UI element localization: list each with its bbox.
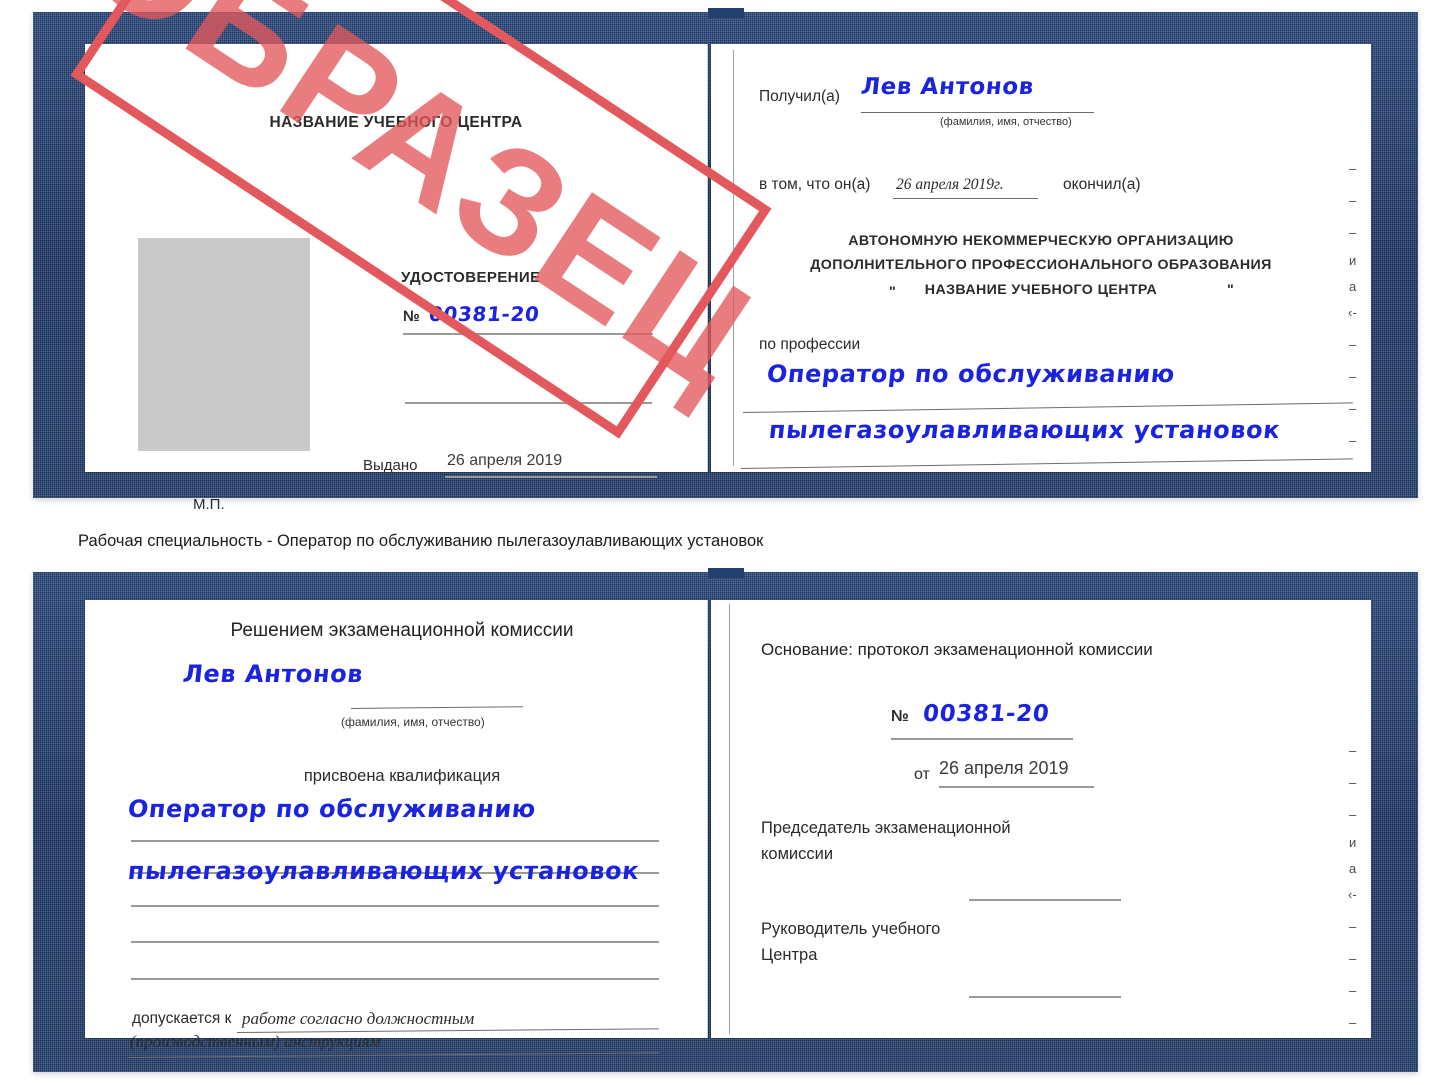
- blank-line-rule-1: [131, 941, 659, 943]
- edge-column-top: – – – и а ‹- – – – –: [1345, 162, 1373, 452]
- issued-label: Выдано: [363, 457, 418, 474]
- received-label: Получил(а): [759, 88, 840, 105]
- book-inner-bottom: Решением экзаменационной комиссии Лев Ан…: [33, 572, 1418, 1072]
- certificate-number-value: 00381-20: [427, 302, 541, 326]
- photo-placeholder: [138, 238, 310, 451]
- examinee-name-value: Лев Антонов: [181, 660, 365, 688]
- protocol-number-rule: [891, 738, 1073, 740]
- certificate-book-bottom: Решением экзаменационной комиссии Лев Ан…: [33, 568, 1418, 1072]
- page-spine-line-bottom: [729, 604, 730, 1034]
- qualification-label: присвоена квалификация: [303, 767, 501, 785]
- edge-glyph: –: [1349, 807, 1357, 822]
- blank-rule-1: [405, 402, 652, 404]
- certificate-top-right-page: Получил(а) Лев Антонов (фамилия, имя, от…: [711, 44, 1371, 472]
- qualification-value-line-2: пылегазоулавливающих установок: [126, 857, 641, 885]
- qualification-rule-3: [131, 905, 659, 907]
- edge-glyph: –: [1349, 983, 1357, 998]
- profession-rule-1: [742, 402, 1353, 413]
- qualification-value-line-1: Оператор по обслуживанию: [126, 795, 538, 823]
- number-rule: [403, 333, 653, 335]
- profession-value-line-1: Оператор по обслуживанию: [765, 360, 1177, 388]
- book-inner-top: НАЗВАНИЕ УЧЕБНОГО ЦЕНТРА УДОСТОВЕРЕНИЕ №…: [33, 12, 1418, 513]
- in-that-label: в том, что он(а): [759, 176, 871, 193]
- profession-rule-2: [740, 458, 1353, 469]
- edge-glyph: –: [1349, 337, 1357, 352]
- completion-date-value: 26 апреля 2019г.: [896, 176, 1004, 193]
- edge-glyph: ‹-: [1348, 887, 1357, 902]
- edge-glyph: –: [1349, 369, 1357, 384]
- certificate-bottom-left-page: Решением экзаменационной комиссии Лев Ан…: [85, 600, 708, 1058]
- page-caption: Рабочая специальность - Оператор по обсл…: [78, 532, 764, 550]
- protocol-date-rule: [939, 786, 1094, 788]
- certificate-top-left-page: НАЗВАНИЕ УЧЕБНОГО ЦЕНТРА УДОСТОВЕРЕНИЕ №…: [85, 44, 708, 513]
- profession-value-line-2: пылегазоулавливающих установок: [767, 416, 1282, 444]
- edge-column-bottom: – – – и а ‹- – – – –: [1345, 744, 1373, 1034]
- seal-place-label: М.П.: [193, 496, 225, 513]
- certificate-number-label: №: [403, 308, 420, 325]
- edge-glyph: –: [1349, 775, 1357, 790]
- fio-hint-top: (фамилия, имя, отчество): [940, 116, 1072, 128]
- protocol-date-label: от: [914, 766, 930, 783]
- edge-glyph: –: [1349, 1015, 1357, 1030]
- basis-label: Основание: протокол экзаменационной коми…: [761, 640, 1153, 659]
- organization-line-2: ДОПОЛНИТЕЛЬНОГО ПРОФЕССИОНАЛЬНОГО ОБРАЗО…: [810, 257, 1272, 273]
- chairman-label-line-1: Председатель экзаменационной: [761, 819, 1011, 837]
- fio-hint-bottom: (фамилия, имя, отчество): [341, 715, 485, 729]
- edge-glyph: –: [1349, 743, 1357, 758]
- protocol-date-value: 26 апреля 2019: [939, 758, 1069, 778]
- chairman-label-line-2: комиссии: [761, 845, 834, 863]
- head-signature-rule: [969, 996, 1121, 998]
- edge-glyph: и: [1349, 835, 1357, 850]
- edge-glyph: –: [1349, 433, 1357, 448]
- organization-quote-close: ": [1227, 282, 1235, 298]
- head-label-line-2: Центра: [761, 946, 818, 964]
- edge-glyph: и: [1349, 253, 1357, 268]
- edge-glyph: а: [1349, 279, 1357, 294]
- admitted-value-line-1: работе согласно должностным: [242, 1009, 475, 1028]
- issued-date-value: 26 апреля 2019: [447, 452, 563, 469]
- received-rule: [861, 112, 1094, 113]
- completion-date-rule: [893, 198, 1038, 199]
- head-label-line-1: Руководитель учебного: [761, 920, 941, 938]
- examinee-name-rule: [350, 706, 523, 709]
- edge-glyph: –: [1349, 951, 1357, 966]
- qualification-rule-1: [131, 840, 659, 842]
- received-name-value: Лев Антонов: [859, 74, 1036, 100]
- issued-rule: [445, 476, 657, 478]
- finished-label: окончил(а): [1063, 176, 1141, 193]
- profession-label: по профессии: [759, 336, 861, 353]
- edge-glyph: –: [1349, 919, 1357, 934]
- chairman-signature-rule: [969, 899, 1121, 901]
- edge-glyph: –: [1349, 225, 1357, 240]
- edge-glyph: –: [1349, 401, 1357, 416]
- certificate-book-top: НАЗВАНИЕ УЧЕБНОГО ЦЕНТРА УДОСТОВЕРЕНИЕ №…: [33, 8, 1418, 513]
- organization-line-1: АВТОНОМНУЮ НЕКОММЕРЧЕСКУЮ ОРГАНИЗАЦИЮ: [848, 233, 1234, 249]
- blank-line-rule-2: [131, 978, 659, 980]
- edge-glyph: а: [1349, 861, 1357, 876]
- edge-glyph: –: [1349, 193, 1357, 208]
- protocol-number-value: 00381-20: [921, 701, 1051, 727]
- edge-glyph: –: [1349, 161, 1357, 176]
- training-center-title: НАЗВАНИЕ УЧЕБНОГО ЦЕНТРА: [269, 114, 523, 131]
- admitted-rule-2: [127, 1052, 659, 1058]
- protocol-number-label: №: [891, 708, 909, 725]
- commission-decision-title: Решением экзаменационной комиссии: [230, 620, 574, 641]
- organization-line-3: НАЗВАНИЕ УЧЕБНОГО ЦЕНТРА: [924, 282, 1158, 298]
- certificate-bottom-right-page: Основание: протокол экзаменационной коми…: [711, 600, 1371, 1038]
- admitted-value-line-2: (производственным) инструкциям: [130, 1032, 381, 1051]
- admitted-label: допускается к: [132, 1010, 232, 1027]
- edge-glyph: ‹-: [1348, 305, 1357, 320]
- document-kind-label: УДОСТОВЕРЕНИЕ: [401, 269, 541, 286]
